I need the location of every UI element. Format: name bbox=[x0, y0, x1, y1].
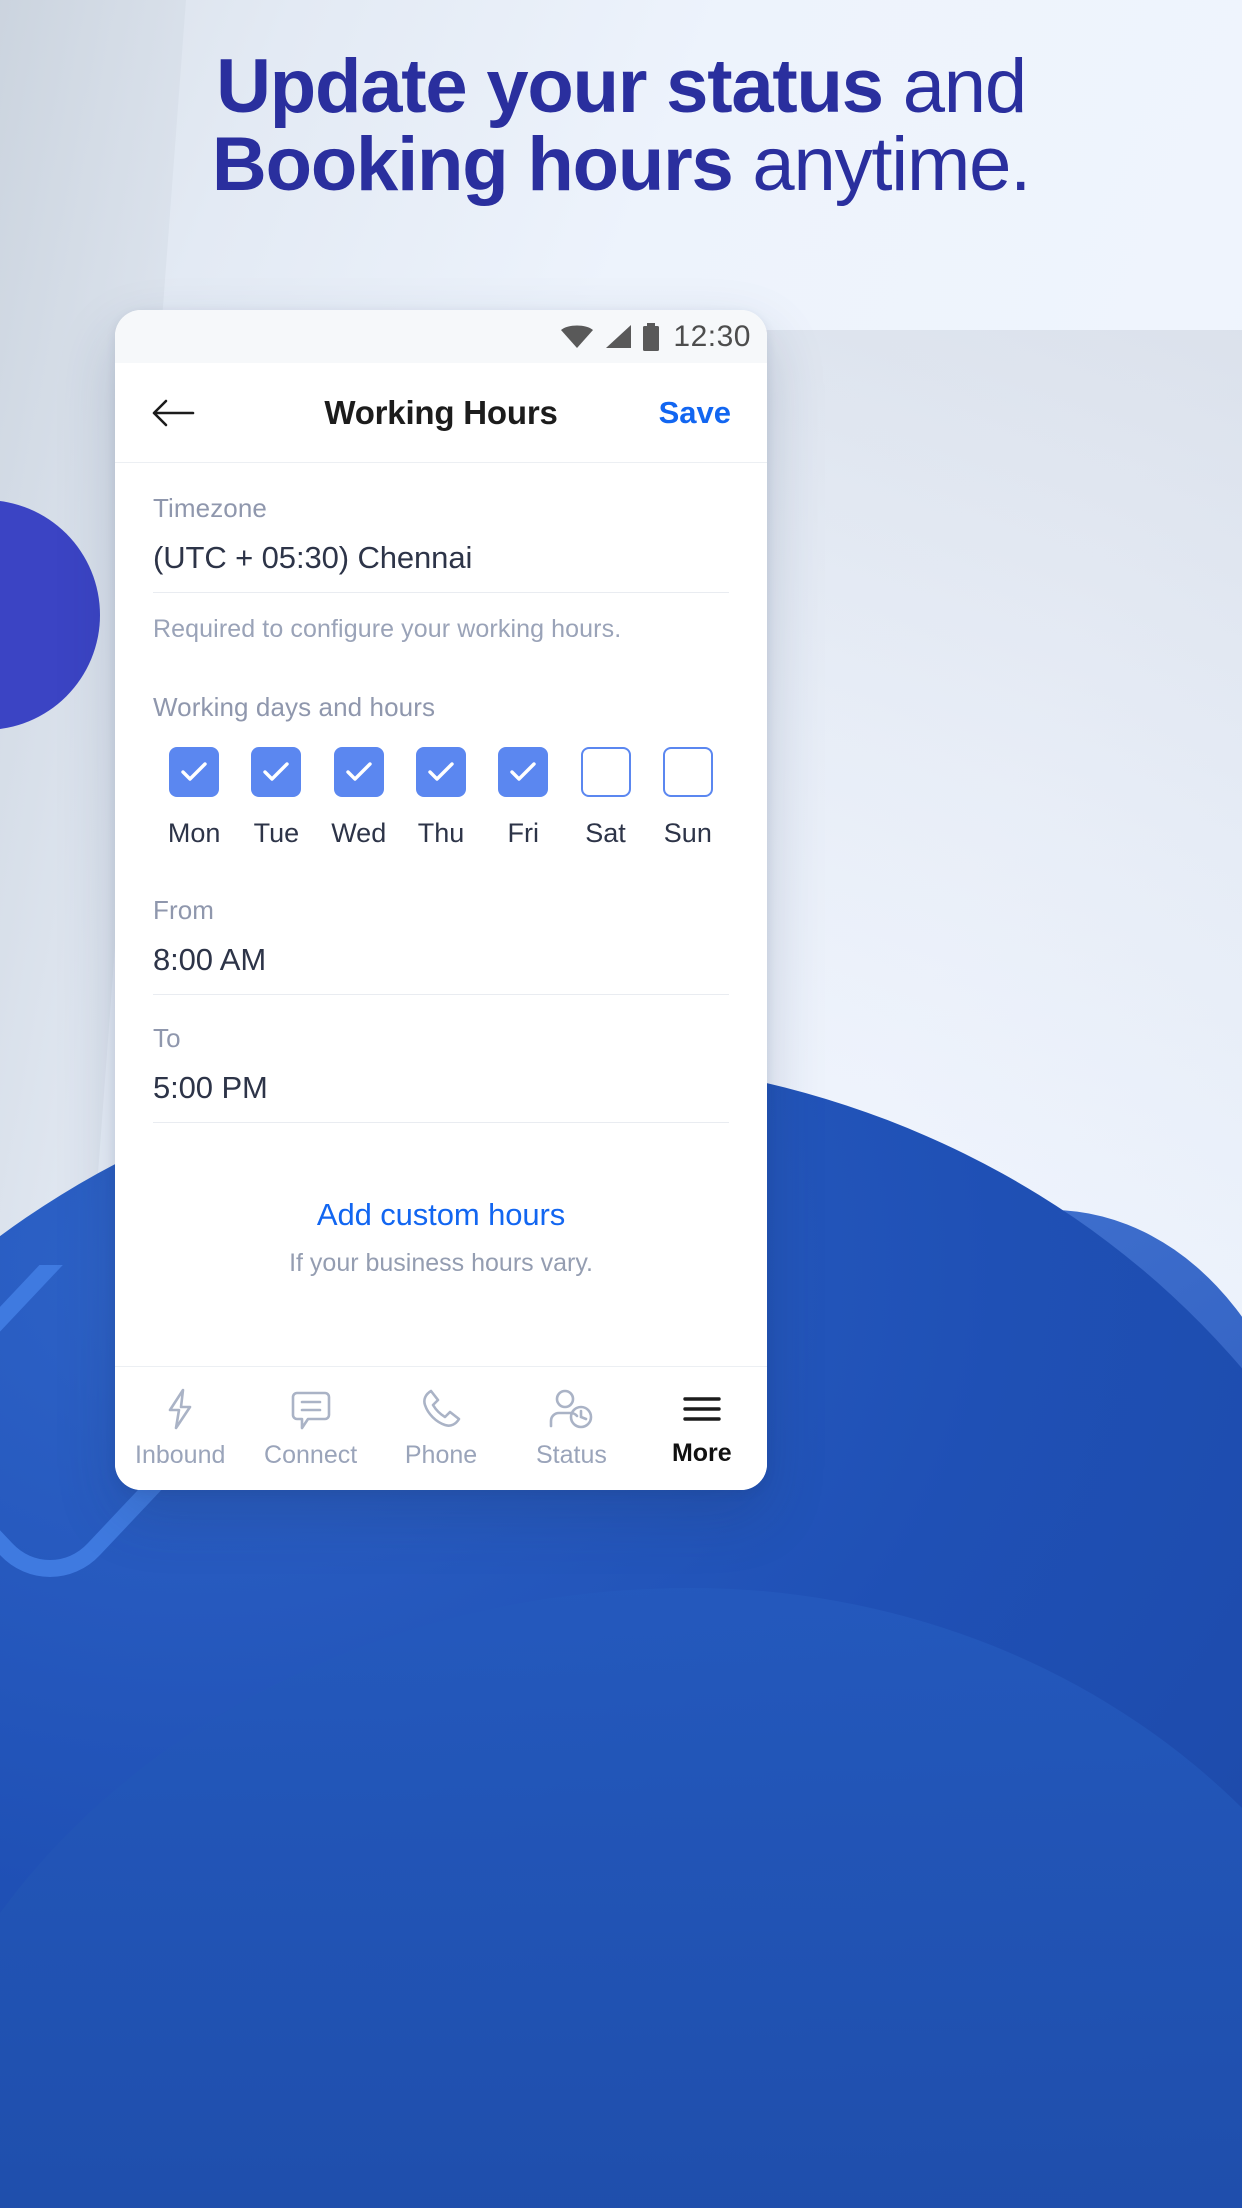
to-time-field[interactable]: To 5:00 PM bbox=[153, 995, 729, 1123]
day-checkbox-sun[interactable] bbox=[662, 747, 713, 797]
day-checkbox-fri[interactable] bbox=[498, 747, 549, 797]
day-label-wed: Wed bbox=[331, 818, 387, 848]
from-time-field[interactable]: From 8:00 AM bbox=[153, 849, 729, 995]
device-status-bar: 12:30 bbox=[115, 310, 767, 363]
custom-hours-section: Add custom hours If your business hours … bbox=[153, 1123, 729, 1278]
hamburger-menu-icon bbox=[683, 1397, 721, 1421]
bottom-navigation-bar: Inbound Connect Phone Status More bbox=[115, 1366, 767, 1490]
person-clock-icon bbox=[550, 1389, 593, 1429]
check-icon bbox=[263, 762, 290, 781]
arrow-left-icon bbox=[152, 399, 195, 426]
day-label-tue: Tue bbox=[253, 818, 300, 848]
nav-label-more: More bbox=[671, 1439, 732, 1467]
day-cell-tue[interactable]: Tue bbox=[235, 747, 317, 849]
save-button[interactable]: Save bbox=[659, 395, 731, 431]
nav-label-inbound: Inbound bbox=[135, 1441, 226, 1469]
day-cell-fri[interactable]: Fri bbox=[482, 747, 564, 849]
nav-item-connect[interactable]: Connect bbox=[245, 1387, 375, 1470]
promo-headline-line1-bold: Update your status bbox=[216, 44, 884, 129]
promo-headline-line2-rest: anytime. bbox=[732, 122, 1031, 208]
day-cell-thu[interactable]: Thu bbox=[400, 747, 482, 849]
battery-icon bbox=[643, 322, 660, 351]
custom-hours-subtext: If your business hours vary. bbox=[289, 1249, 593, 1277]
status-bar-time: 12:30 bbox=[673, 319, 751, 353]
check-icon bbox=[181, 762, 207, 781]
chat-bubble-icon bbox=[291, 1391, 330, 1430]
nav-label-connect: Connect bbox=[264, 1441, 358, 1469]
promo-headline-line2-bold: Booking hours bbox=[211, 122, 734, 208]
promo-headline-line-1: Update your status and bbox=[0, 47, 1242, 126]
from-label: From bbox=[153, 895, 215, 925]
working-days-section: Working days and hours Mon Tue Wed Thu F… bbox=[153, 644, 729, 849]
nav-item-status[interactable]: Status bbox=[506, 1387, 636, 1470]
day-label-thu: Thu bbox=[417, 818, 465, 848]
phone-mockup: 12:30 Working Hours Save Timezone (UTC +… bbox=[115, 310, 767, 1490]
day-label-mon: Mon bbox=[167, 818, 221, 848]
day-label-sat: Sat bbox=[585, 818, 626, 848]
day-cell-mon[interactable]: Mon bbox=[153, 747, 235, 849]
working-hours-form: Timezone (UTC + 05:30) Chennai Required … bbox=[115, 463, 767, 1278]
nav-label-status: Status bbox=[535, 1441, 607, 1469]
wifi-icon bbox=[561, 325, 594, 348]
app-header: Working Hours Save bbox=[115, 363, 767, 463]
nav-item-inbound[interactable]: Inbound bbox=[115, 1387, 245, 1470]
day-label-fri: Fri bbox=[507, 818, 539, 848]
check-icon bbox=[510, 762, 536, 781]
day-checkbox-row: Mon Tue Wed Thu Fri Sat Sun bbox=[153, 723, 729, 849]
day-checkbox-thu[interactable] bbox=[415, 747, 466, 797]
day-cell-sun[interactable]: Sun bbox=[647, 747, 729, 849]
bolt-icon bbox=[168, 1388, 192, 1430]
day-checkbox-tue[interactable] bbox=[251, 747, 302, 797]
day-cell-wed[interactable]: Wed bbox=[318, 747, 400, 849]
add-custom-hours-button[interactable]: Add custom hours bbox=[153, 1197, 729, 1233]
check-icon bbox=[428, 762, 454, 781]
day-label-sun: Sun bbox=[663, 818, 712, 848]
day-checkbox-sat[interactable] bbox=[580, 747, 631, 797]
day-cell-sat[interactable]: Sat bbox=[564, 747, 646, 849]
back-button[interactable] bbox=[151, 396, 205, 430]
nav-label-phone: Phone bbox=[404, 1441, 478, 1469]
day-checkbox-mon[interactable] bbox=[169, 747, 220, 797]
timezone-help-text: Required to configure your working hours… bbox=[153, 615, 622, 643]
from-value: 8:00 AM bbox=[153, 942, 267, 977]
cell-signal-icon bbox=[606, 324, 632, 348]
promo-headline-line-2: Booking hours anytime. bbox=[0, 126, 1242, 204]
working-days-label: Working days and hours bbox=[153, 692, 436, 722]
check-icon bbox=[346, 762, 372, 781]
to-label: To bbox=[153, 1023, 181, 1053]
timezone-value: (UTC + 05:30) Chennai bbox=[153, 540, 473, 575]
timezone-field[interactable]: Timezone (UTC + 05:30) Chennai Required … bbox=[153, 463, 729, 644]
timezone-label: Timezone bbox=[153, 493, 267, 523]
nav-item-more[interactable]: More bbox=[637, 1389, 767, 1468]
day-checkbox-wed[interactable] bbox=[333, 747, 384, 797]
to-value: 5:00 PM bbox=[153, 1070, 268, 1105]
nav-item-phone[interactable]: Phone bbox=[376, 1387, 506, 1470]
phone-handset-icon bbox=[423, 1389, 461, 1427]
promo-headline: Update your status and Booking hours any… bbox=[0, 47, 1242, 205]
promo-headline-line1-rest: and bbox=[882, 44, 1027, 129]
